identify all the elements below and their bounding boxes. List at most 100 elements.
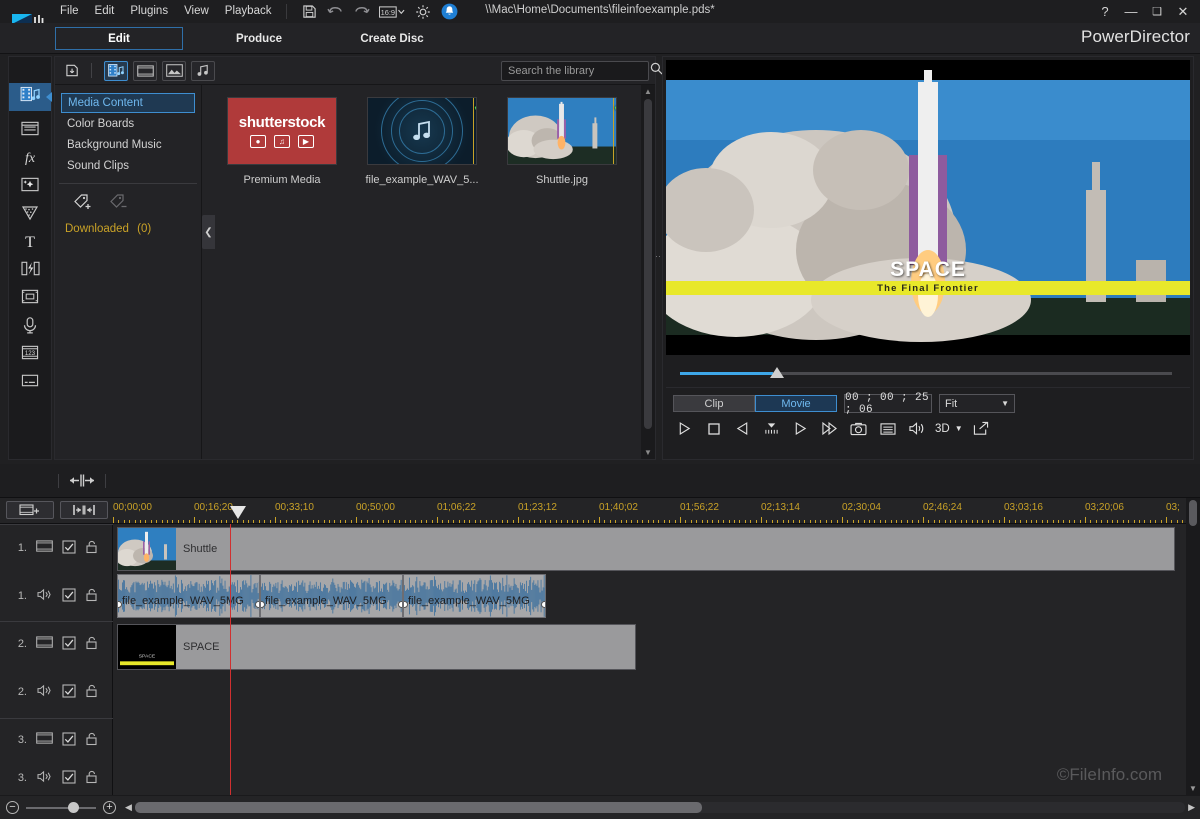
play-button[interactable] bbox=[672, 418, 697, 439]
close-button[interactable]: ✕ bbox=[1170, 0, 1196, 23]
preview-mode-clip[interactable]: Clip bbox=[673, 395, 755, 412]
filter-audio-icon[interactable] bbox=[191, 61, 215, 81]
sidebar-item-audio-mixing-room[interactable] bbox=[9, 285, 51, 313]
library-item-shuttle-jpg[interactable]: ✓ Shuttle.jpg bbox=[492, 97, 632, 186]
add-tag-icon[interactable] bbox=[73, 192, 97, 217]
previous-frame-button[interactable] bbox=[730, 418, 755, 439]
timeline-clip-wav-2[interactable]: file_example_WAV_5MG bbox=[260, 574, 403, 618]
notification-bell-icon[interactable] bbox=[440, 3, 458, 21]
library-item-audio-wav[interactable]: ✓ file_example_WAV_5... bbox=[352, 97, 492, 186]
remove-tag-icon[interactable] bbox=[109, 192, 133, 217]
track-enable-checkbox[interactable] bbox=[62, 540, 76, 557]
scrubber-handle[interactable] bbox=[770, 367, 784, 378]
preview-timecode[interactable]: 00 ; 00 ; 25 ; 06 bbox=[844, 394, 932, 413]
playhead-marker[interactable] bbox=[230, 506, 246, 519]
menu-plugins[interactable]: Plugins bbox=[122, 2, 176, 21]
display-preferences-button[interactable] bbox=[875, 418, 900, 439]
menu-file[interactable]: File bbox=[52, 2, 87, 21]
zoom-slider-handle[interactable] bbox=[68, 802, 79, 813]
save-icon[interactable] bbox=[300, 3, 318, 21]
track-lock-icon[interactable] bbox=[85, 636, 98, 653]
filter-video-icon[interactable] bbox=[133, 61, 157, 81]
tab-produce[interactable]: Produce bbox=[206, 27, 312, 50]
tab-create-disc[interactable]: Create Disc bbox=[333, 27, 451, 50]
settings-gear-icon[interactable] bbox=[414, 3, 432, 21]
timeline-clip-wav-1[interactable]: file_example_WAV_5MG bbox=[117, 574, 260, 618]
track-enable-checkbox[interactable] bbox=[62, 636, 76, 653]
zoom-out-button[interactable]: − bbox=[6, 801, 19, 814]
filter-image-icon[interactable] bbox=[162, 61, 186, 81]
timeline-clip-wav-3[interactable]: file_example_WAV_5MG bbox=[403, 574, 546, 618]
next-frame-button[interactable] bbox=[788, 418, 813, 439]
track-lock-icon[interactable] bbox=[85, 732, 98, 749]
pop-out-preview-icon[interactable] bbox=[969, 418, 994, 439]
scroll-down-arrow-icon[interactable]: ▼ bbox=[641, 446, 655, 459]
sidebar-item-chapter-room[interactable]: 123 bbox=[9, 341, 51, 369]
sidebar-item-voice-over-room[interactable] bbox=[9, 313, 51, 341]
menu-view[interactable]: View bbox=[176, 2, 217, 21]
search-field[interactable] bbox=[508, 65, 650, 77]
timeline-playhead[interactable] bbox=[230, 524, 231, 795]
track-header-audio-1[interactable]: 1. bbox=[0, 572, 112, 620]
sidebar-item-particle-room[interactable] bbox=[9, 201, 51, 229]
timeline-clip-shuttle[interactable]: Shuttle bbox=[117, 527, 1175, 571]
track-manager-button[interactable] bbox=[6, 501, 54, 519]
redo-icon[interactable] bbox=[352, 3, 370, 21]
search-input[interactable] bbox=[501, 61, 649, 81]
hscroll-track[interactable] bbox=[135, 802, 1185, 813]
fast-forward-button[interactable] bbox=[817, 418, 842, 439]
preview-zoom-select[interactable]: Fit ▼ bbox=[939, 394, 1015, 413]
zoom-slider[interactable] bbox=[26, 807, 96, 809]
filter-all-media-icon[interactable] bbox=[104, 61, 128, 81]
zoom-in-button[interactable]: + bbox=[103, 801, 116, 814]
timeline-horizontal-scrollbar[interactable]: ◀ ▶ bbox=[122, 802, 1198, 813]
track-header-audio-3[interactable]: 3. bbox=[0, 764, 112, 792]
magnet-snap-button[interactable] bbox=[60, 501, 108, 519]
track-lock-icon[interactable] bbox=[85, 588, 98, 605]
tab-edit[interactable]: Edit bbox=[55, 27, 183, 50]
help-button[interactable]: ? bbox=[1092, 0, 1118, 23]
track-header-audio-2[interactable]: 2. bbox=[0, 668, 112, 716]
track-lock-icon[interactable] bbox=[85, 540, 98, 557]
downloaded-label[interactable]: Downloaded (0) bbox=[55, 223, 201, 235]
library-item-premium-media[interactable]: shutterstock ● ♫ ▶ Premium Media bbox=[212, 97, 352, 186]
timeline-ruler[interactable]: 00;00;00 00;16;20 00;33;10 00;50;00 01;0… bbox=[0, 498, 1200, 524]
sidebar-item-title-room[interactable]: T bbox=[9, 229, 51, 257]
split-resize-handle-icon[interactable] bbox=[68, 473, 96, 488]
category-sound-clips[interactable]: Sound Clips bbox=[61, 156, 195, 176]
step-backward-button[interactable] bbox=[759, 418, 784, 439]
preview-mode-movie[interactable]: Movie bbox=[755, 395, 837, 412]
collapse-panel-chevron-left-icon[interactable]: ❮ bbox=[202, 215, 215, 249]
track-enable-checkbox[interactable] bbox=[62, 588, 76, 605]
scroll-thumb[interactable] bbox=[644, 99, 652, 429]
track-enable-checkbox[interactable] bbox=[62, 732, 76, 749]
stop-button[interactable] bbox=[701, 418, 726, 439]
vscroll-thumb[interactable] bbox=[1189, 500, 1197, 526]
sidebar-item-subtitle-room[interactable] bbox=[9, 369, 51, 397]
aspect-ratio-16-9-icon[interactable]: 16:9 bbox=[378, 3, 406, 21]
sidebar-item-media-room[interactable] bbox=[9, 83, 51, 111]
scroll-down-arrow-icon[interactable]: ▼ bbox=[1186, 784, 1200, 793]
track-lock-icon[interactable] bbox=[85, 684, 98, 701]
track-lock-icon[interactable] bbox=[85, 770, 98, 787]
minimize-button[interactable]: — bbox=[1118, 0, 1144, 23]
timeline-clip-space-title[interactable]: SPACE SPACE bbox=[117, 624, 636, 670]
library-scrollbar[interactable]: ▲ ▼ bbox=[641, 85, 655, 459]
3d-mode-toggle[interactable]: 3D ▼ bbox=[935, 423, 963, 435]
track-enable-checkbox[interactable] bbox=[62, 770, 76, 787]
track-enable-checkbox[interactable] bbox=[62, 684, 76, 701]
volume-button[interactable] bbox=[904, 418, 929, 439]
category-media-content[interactable]: Media Content bbox=[61, 93, 195, 113]
category-background-music[interactable]: Background Music bbox=[61, 135, 195, 155]
menu-edit[interactable]: Edit bbox=[87, 2, 123, 21]
clip-fade-handle-right[interactable] bbox=[541, 601, 546, 608]
scroll-left-arrow-icon[interactable]: ◀ bbox=[122, 802, 135, 813]
hscroll-thumb[interactable] bbox=[135, 802, 702, 813]
sidebar-item-effect-room[interactable] bbox=[9, 117, 51, 145]
preview-video-area[interactable]: SPACE bbox=[666, 60, 1190, 355]
scroll-up-arrow-icon[interactable]: ▲ bbox=[641, 85, 655, 98]
menu-playback[interactable]: Playback bbox=[217, 2, 280, 21]
track-header-video-1[interactable]: 1. bbox=[0, 524, 112, 572]
undo-icon[interactable] bbox=[326, 3, 344, 21]
snapshot-camera-button[interactable] bbox=[846, 418, 871, 439]
